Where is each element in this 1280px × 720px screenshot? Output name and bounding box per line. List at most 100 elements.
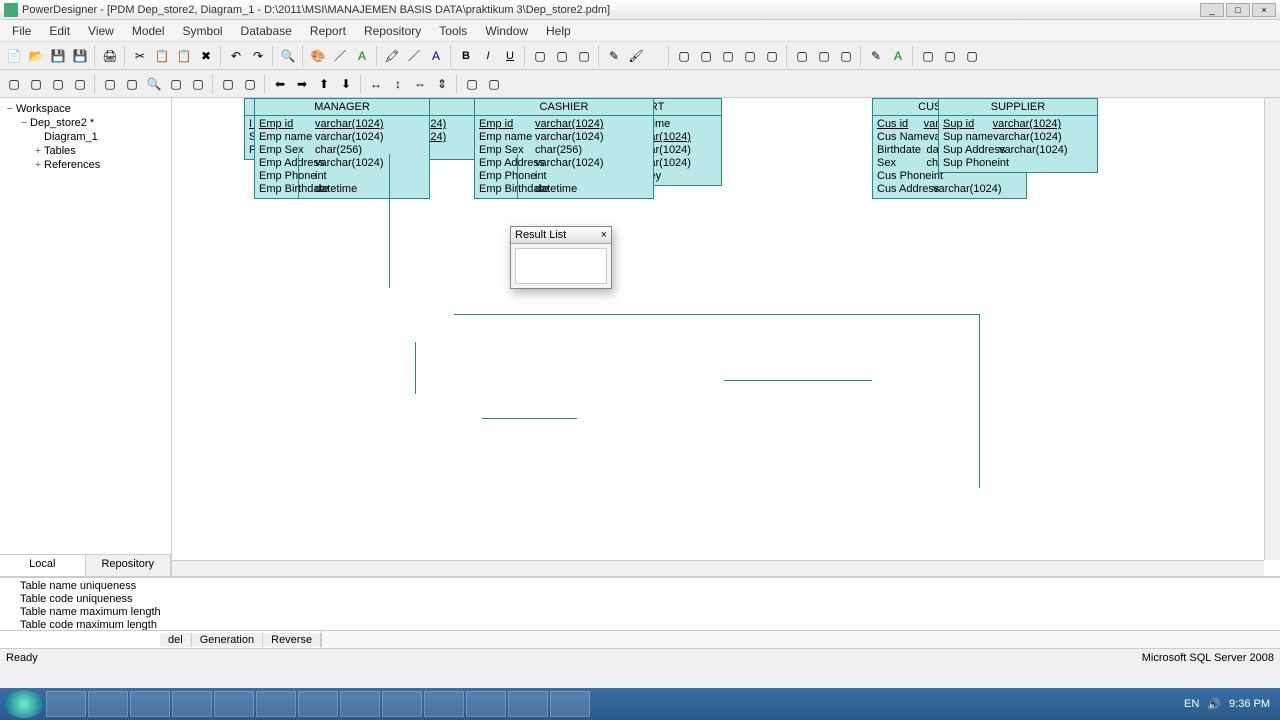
menu-view[interactable]: View bbox=[80, 22, 122, 40]
tool-a[interactable]: ▢ bbox=[530, 46, 550, 66]
menu-help[interactable]: Help bbox=[538, 22, 579, 40]
task-app4[interactable] bbox=[298, 691, 338, 717]
close-button[interactable]: × bbox=[1252, 3, 1276, 17]
tree-root[interactable]: −Workspace bbox=[4, 102, 167, 116]
fill-button[interactable]: 🎨 bbox=[308, 46, 328, 66]
task-powerdesigner[interactable] bbox=[550, 691, 590, 717]
task-app2[interactable] bbox=[214, 691, 254, 717]
output-tab-generation[interactable]: Generation bbox=[192, 633, 263, 647]
tool-b[interactable]: ▢ bbox=[552, 46, 572, 66]
tree-references[interactable]: +References bbox=[4, 158, 167, 172]
tree-tab-local[interactable]: Local bbox=[0, 555, 86, 576]
result-list-dialog[interactable]: Result List × bbox=[510, 226, 612, 289]
tray-lang[interactable]: EN bbox=[1184, 698, 1199, 710]
canvas-scroll-v[interactable] bbox=[1264, 98, 1280, 560]
tb2-p[interactable]: ▢ bbox=[462, 74, 482, 94]
output-tab-del[interactable]: del bbox=[160, 633, 192, 647]
menu-database[interactable]: Database bbox=[233, 22, 300, 40]
entity-cashier[interactable]: CASHIER Emp idvarchar(1024)Emp namevarch… bbox=[474, 98, 654, 199]
menu-file[interactable]: File bbox=[4, 22, 39, 40]
dialog-close-button[interactable]: × bbox=[601, 229, 607, 241]
tool-e[interactable]: 🖌 bbox=[626, 46, 646, 66]
output-tab-reverse[interactable]: Reverse bbox=[263, 633, 321, 647]
delete-button[interactable]: ✖ bbox=[196, 46, 216, 66]
tree-model[interactable]: −Dep_store2 * bbox=[4, 116, 167, 130]
tb2-i[interactable]: ▢ bbox=[188, 74, 208, 94]
repo-a[interactable]: ▢ bbox=[674, 46, 694, 66]
task-ie[interactable] bbox=[46, 691, 86, 717]
task-app7[interactable] bbox=[424, 691, 464, 717]
find-button[interactable]: 🔍 bbox=[278, 46, 298, 66]
tb2-d[interactable]: ▢ bbox=[70, 74, 90, 94]
task-app6[interactable] bbox=[382, 691, 422, 717]
maximize-button[interactable]: □ bbox=[1226, 3, 1250, 17]
start-button[interactable] bbox=[4, 690, 44, 718]
task-app3[interactable] bbox=[256, 691, 296, 717]
same-w-button[interactable]: ⇔ bbox=[410, 74, 430, 94]
save-button[interactable]: 💾 bbox=[48, 46, 68, 66]
align-top-button[interactable]: ⬆ bbox=[314, 74, 334, 94]
repo-h[interactable]: ▢ bbox=[836, 46, 856, 66]
menu-tools[interactable]: Tools bbox=[431, 22, 475, 40]
repo-c[interactable]: ▢ bbox=[718, 46, 738, 66]
tb2-h[interactable]: ▢ bbox=[166, 74, 186, 94]
align-right-button[interactable]: ➡ bbox=[292, 74, 312, 94]
undo-button[interactable]: ↶ bbox=[226, 46, 246, 66]
tool-c[interactable]: ▢ bbox=[574, 46, 594, 66]
menu-model[interactable]: Model bbox=[124, 22, 173, 40]
tb2-q[interactable]: ▢ bbox=[484, 74, 504, 94]
menu-edit[interactable]: Edit bbox=[41, 22, 78, 40]
menu-symbol[interactable]: Symbol bbox=[175, 22, 231, 40]
italic-button[interactable]: I bbox=[478, 46, 498, 66]
tb2-c[interactable]: ▢ bbox=[48, 74, 68, 94]
tray-sound-icon[interactable]: 🔊 bbox=[1207, 698, 1221, 711]
redo-button[interactable]: ↷ bbox=[248, 46, 268, 66]
output-item[interactable]: Table name maximum length bbox=[6, 606, 1274, 619]
repo-b[interactable]: ▢ bbox=[696, 46, 716, 66]
minimize-button[interactable]: _ bbox=[1200, 3, 1224, 17]
repo-g[interactable]: ▢ bbox=[814, 46, 834, 66]
new-button[interactable]: 📄 bbox=[4, 46, 24, 66]
tb2-f[interactable]: ▢ bbox=[122, 74, 142, 94]
tb2-g[interactable]: 🔍 bbox=[144, 74, 164, 94]
paste-button[interactable]: 📋 bbox=[174, 46, 194, 66]
repo-d[interactable]: ▢ bbox=[740, 46, 760, 66]
task-chrome[interactable] bbox=[130, 691, 170, 717]
task-app5[interactable] bbox=[340, 691, 380, 717]
menu-window[interactable]: Window bbox=[477, 22, 536, 40]
textcolor-button[interactable]: A bbox=[426, 46, 446, 66]
bold-button[interactable]: B bbox=[456, 46, 476, 66]
textline-button[interactable]: ／ bbox=[404, 46, 424, 66]
menu-report[interactable]: Report bbox=[302, 22, 354, 40]
saveall-button[interactable]: 💾 bbox=[70, 46, 90, 66]
tree-tab-repository[interactable]: Repository bbox=[86, 555, 172, 576]
align-bottom-button[interactable]: ⬇ bbox=[336, 74, 356, 94]
font-button[interactable]: A bbox=[352, 46, 372, 66]
output-item[interactable]: Table name uniqueness bbox=[6, 580, 1274, 593]
tree-diagram[interactable]: Diagram_1 bbox=[4, 130, 167, 144]
textfill-button[interactable]: 🖍 bbox=[382, 46, 402, 66]
entity-manager[interactable]: MANAGER Emp idvarchar(1024)Emp namevarch… bbox=[254, 98, 430, 199]
repo-e[interactable]: ▢ bbox=[762, 46, 782, 66]
diagram-canvas[interactable]: WEAR I idvarchar(1024)Sup idvarchar(1024… bbox=[172, 98, 1280, 576]
tb2-a[interactable]: ▢ bbox=[4, 74, 24, 94]
output-item[interactable]: Table code maximum length bbox=[6, 619, 1274, 630]
repo-i[interactable]: ✎ bbox=[866, 46, 886, 66]
align-left-button[interactable]: ⬅ bbox=[270, 74, 290, 94]
tb2-k[interactable]: ▢ bbox=[240, 74, 260, 94]
dist-h-button[interactable]: ↔ bbox=[366, 74, 386, 94]
repo-k[interactable]: ▢ bbox=[918, 46, 938, 66]
menu-repository[interactable]: Repository bbox=[356, 22, 429, 40]
entity-supplier[interactable]: SUPPLIER Sup idvarchar(1024)Sup namevarc… bbox=[938, 98, 1098, 173]
tb2-j[interactable]: ▢ bbox=[218, 74, 238, 94]
underline-button[interactable]: U bbox=[500, 46, 520, 66]
print-button[interactable]: 🖨 bbox=[100, 46, 120, 66]
line-button[interactable]: ／ bbox=[330, 46, 350, 66]
task-explorer[interactable] bbox=[88, 691, 128, 717]
task-app1[interactable] bbox=[172, 691, 212, 717]
canvas-scroll-h[interactable] bbox=[172, 560, 1264, 576]
output-item[interactable]: Table code uniqueness bbox=[6, 593, 1274, 606]
repo-j[interactable]: A bbox=[888, 46, 908, 66]
tool-d[interactable]: ✎ bbox=[604, 46, 624, 66]
copy-button[interactable]: 📋 bbox=[152, 46, 172, 66]
